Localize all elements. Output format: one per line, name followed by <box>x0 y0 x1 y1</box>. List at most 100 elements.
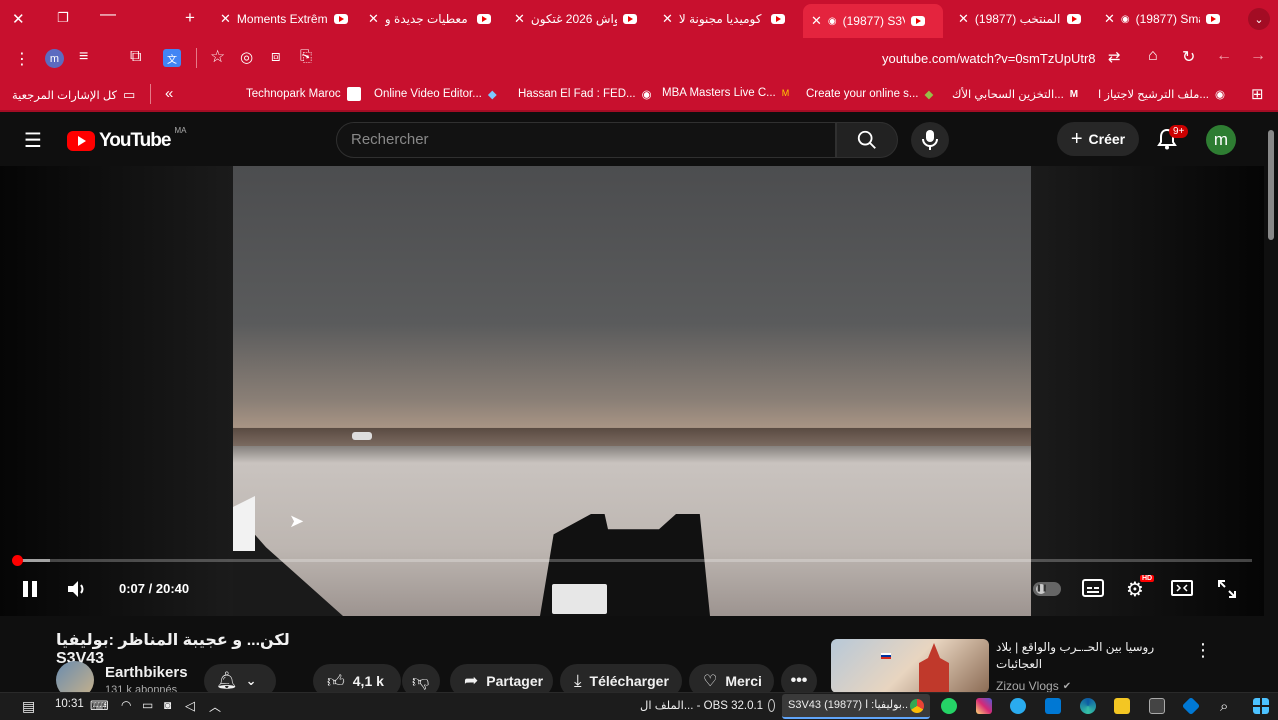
video-player[interactable]: ➤ 0:07 / 20:40 ❚❚ ⚙ HD <box>0 166 1264 616</box>
bookmark-item[interactable]: Hassan El Fad : FED... ◉ <box>518 87 652 101</box>
youtube-favicon-icon <box>1205 14 1220 24</box>
apps-grid-icon[interactable]: ⊞ <box>1251 85 1264 103</box>
browser-tab-active[interactable]: ✕ ◉ (19877) S3V <box>803 4 943 38</box>
youtube-logo-text: YouTube <box>99 130 171 151</box>
close-tab-icon[interactable]: ✕ <box>514 11 525 27</box>
windows-start-icon[interactable] <box>1253 698 1269 714</box>
wifi-icon[interactable]: ◠ <box>121 698 131 712</box>
all-bookmarks-folder[interactable]: كل الإشارات المرجعية ▭ <box>12 87 135 103</box>
store-icon[interactable] <box>1149 698 1165 714</box>
close-tab-icon[interactable]: ✕ <box>958 11 969 27</box>
home-icon[interactable]: ⌂ <box>1148 47 1158 65</box>
more-horizontal-icon: ••• <box>790 672 808 689</box>
copilot-icon[interactable] <box>1181 696 1201 716</box>
battery-icon[interactable]: ▭ <box>142 698 153 712</box>
close-tab-icon[interactable]: ✕ <box>662 11 673 27</box>
profile-avatar[interactable]: m <box>45 49 64 68</box>
browser-tab[interactable]: ✕ كوميديا مجنونة لا <box>662 6 792 32</box>
url-bar[interactable]: youtube.com/watch?v=0smTzUpUtr8 <box>882 51 1096 66</box>
subtitles-button[interactable] <box>1082 579 1104 602</box>
search-icon[interactable]: ⌕ <box>1220 698 1228 715</box>
camera-icon[interactable]: ◙ <box>164 698 171 712</box>
search-input[interactable]: Rechercher <box>336 122 836 158</box>
settings-button[interactable]: ⚙ HD <box>1126 575 1155 602</box>
edge-icon[interactable] <box>1080 698 1096 714</box>
youtube-favicon-icon <box>333 14 348 24</box>
close-tab-icon[interactable]: ✕ <box>1104 11 1115 27</box>
new-tab-icon[interactable]: + <box>185 8 195 28</box>
youtube-favicon-icon <box>1066 14 1081 24</box>
share-label: Partager <box>486 673 544 689</box>
taskbar-item-chrome-active[interactable]: S3V43 (19877) بوليفيا: ا... <box>782 694 930 719</box>
more-bookmarks-chevron-icon[interactable]: « <box>165 85 173 102</box>
create-button[interactable]: + Créer <box>1057 122 1139 156</box>
recommendation-menu-icon[interactable]: ⋮ <box>1194 640 1212 661</box>
video-editor-favicon-icon: ◆ <box>487 89 497 101</box>
hd-badge: HD <box>1140 575 1155 582</box>
instagram-icon[interactable] <box>976 698 992 714</box>
telegram-icon[interactable] <box>1010 698 1026 714</box>
fullscreen-button[interactable] <box>1217 579 1237 604</box>
browser-tab[interactable]: ✕ (19877) المنتخب <box>958 6 1088 32</box>
hamburger-menu-icon[interactable]: ☰ <box>24 128 42 153</box>
close-tab-icon[interactable]: ✕ <box>811 13 822 29</box>
whatsapp-icon[interactable] <box>941 698 957 714</box>
notifications-button[interactable]: 9+ <box>1157 125 1189 155</box>
extensions-puzzle-icon[interactable]: ⧉ <box>130 48 141 66</box>
mail-icon[interactable] <box>1045 698 1061 714</box>
restore-window-icon[interactable]: ❐ <box>57 10 69 26</box>
close-tab-icon[interactable]: ✕ <box>220 11 231 27</box>
taskbar-clock[interactable]: 10:31 <box>55 698 84 710</box>
search-button[interactable] <box>836 122 898 158</box>
browser-tab[interactable]: ✕ ◉ (19877) Sma <box>1104 6 1238 32</box>
menu-kebab-icon[interactable]: ⋮ <box>14 49 30 69</box>
theater-mode-button[interactable] <box>1171 579 1193 602</box>
audio-playing-icon[interactable]: ◉ <box>1121 14 1130 25</box>
volume-icon <box>68 581 84 597</box>
close-tab-icon[interactable]: ✕ <box>368 11 379 27</box>
install-app-icon[interactable]: ⎘ <box>300 48 312 65</box>
tray-chevron-up-icon[interactable]: ︿ <box>209 698 221 715</box>
media-control-icon[interactable]: ≡ <box>79 48 88 66</box>
browser-tab[interactable]: ✕ معطيات جديدة و <box>368 6 498 32</box>
tab-search-chevron-icon[interactable]: ⌄ <box>1248 8 1270 30</box>
browser-tab[interactable]: ✕ واش 2026 غتكون <box>514 6 644 32</box>
bookmark-item[interactable]: ملف الترشيح لاجتياز ا... ◉ <box>1098 87 1225 101</box>
pause-button[interactable] <box>21 579 39 604</box>
bookmark-star-icon[interactable]: ☆ <box>210 47 225 67</box>
autoplay-toggle[interactable]: ❚❚ <box>1033 582 1061 596</box>
back-arrow-icon[interactable]: → <box>1250 47 1266 65</box>
translate-icon[interactable]: 文 <box>163 49 181 67</box>
recommendation-channel[interactable]: Zizou Vlogs ✔ <box>996 679 1071 693</box>
audio-playing-icon[interactable]: ◉ <box>828 16 837 27</box>
bookmark-item[interactable]: MBA Masters Live C... M <box>662 87 789 99</box>
speaker-icon[interactable]: ◁ <box>185 698 195 714</box>
channel-name[interactable]: Earthbikers <box>105 664 188 681</box>
hide-eye-icon[interactable]: ◎ <box>240 48 253 66</box>
site-settings-icon[interactable]: ⇄ <box>1108 48 1121 66</box>
taskbar-item-obs[interactable]: الملف ال... - OBS 32.0.1 <box>640 698 775 712</box>
bookmark-item[interactable]: التخزين السحابي الأك... M <box>952 87 1078 102</box>
scrollbar-thumb[interactable] <box>1268 130 1274 240</box>
minimize-window-icon[interactable]: — <box>100 6 116 24</box>
forward-arrow-icon[interactable]: ← <box>1216 47 1232 65</box>
voice-search-button[interactable] <box>911 122 949 158</box>
close-window-icon[interactable]: ✕ <box>12 10 25 28</box>
bookmark-item[interactable]: Create your online s... ◆ <box>806 87 933 101</box>
youtube-logo[interactable]: YouTube MA <box>67 126 186 152</box>
keyboard-icon[interactable]: ⌨ <box>90 698 109 714</box>
notifications-center-icon[interactable]: ▤ <box>22 698 35 715</box>
seek-bar[interactable] <box>14 559 1252 562</box>
recommendation-thumbnail[interactable] <box>831 639 989 693</box>
thumbnail-flag <box>881 653 891 659</box>
reload-icon[interactable]: ↻ <box>1182 47 1195 67</box>
screenshot-icon[interactable]: ⧈ <box>271 48 281 65</box>
file-explorer-icon[interactable] <box>1114 698 1130 714</box>
bookmark-item[interactable]: Technopark Maroc <box>246 87 361 101</box>
bookmark-item[interactable]: Online Video Editor... ◆ <box>374 87 497 101</box>
seek-handle[interactable] <box>12 555 23 566</box>
recommendation-title[interactable]: روسيا بين الحـ.ـرب والواقع | بلاد العجائ… <box>996 639 1176 673</box>
account-avatar[interactable]: m <box>1206 125 1236 155</box>
volume-button[interactable] <box>66 579 88 604</box>
browser-tab[interactable]: ✕ Moments Extrêm <box>220 6 350 32</box>
